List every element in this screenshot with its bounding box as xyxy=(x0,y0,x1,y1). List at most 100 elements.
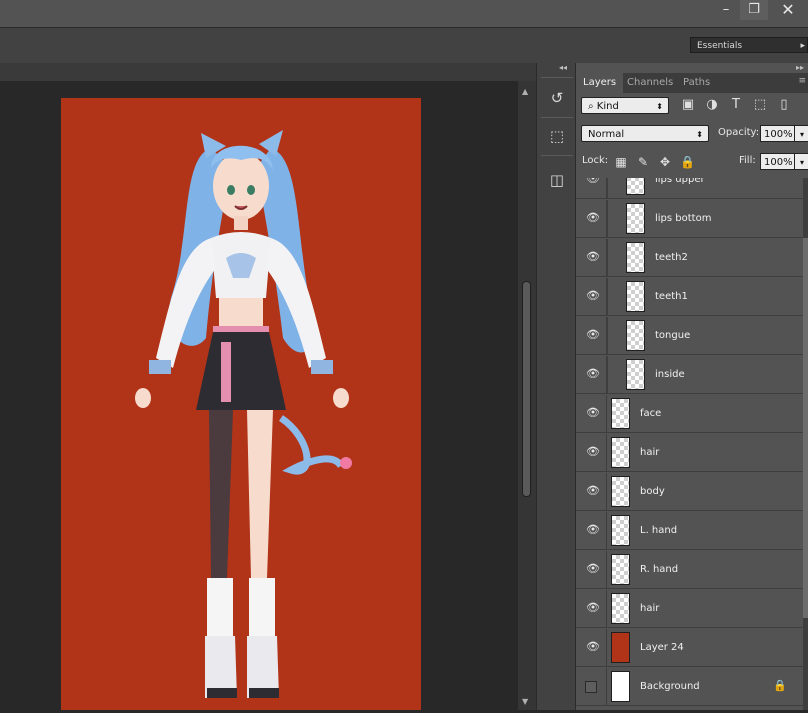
shape-filter-icon[interactable]: ⬚ xyxy=(752,97,768,113)
layer-row[interactable]: 👁 teeth1 xyxy=(576,278,803,316)
layer-name[interactable]: inside xyxy=(655,356,685,394)
eye-icon[interactable]: 👁 xyxy=(586,524,600,536)
visibility-toggle[interactable] xyxy=(576,668,607,706)
lock-all-icon[interactable]: 🔒 xyxy=(680,155,695,169)
type-filter-icon[interactable]: T xyxy=(728,97,744,113)
layer-row[interactable]: 👁 R. hand xyxy=(576,551,803,589)
eye-icon[interactable]: 👁 xyxy=(586,602,600,614)
visibility-toggle[interactable]: 👁 xyxy=(576,278,607,316)
layer-name[interactable]: body xyxy=(640,473,665,511)
options-bar: Essentials ▸ xyxy=(0,27,808,64)
panel-menu-icon[interactable]: ≡ xyxy=(798,76,806,86)
eye-icon[interactable]: 👁 xyxy=(586,641,600,653)
visibility-toggle[interactable]: 👁 xyxy=(576,590,607,628)
3d-cube-icon[interactable]: ⬚ xyxy=(546,125,568,147)
visibility-toggle[interactable]: 👁 xyxy=(576,629,607,667)
layers-list[interactable]: 👁 lips upper 👁 lips bottom 👁 teeth2 👁 te… xyxy=(576,178,803,710)
sock-left xyxy=(207,578,233,636)
layer-thumbnail xyxy=(626,359,645,390)
filter-kind-select[interactable]: ⌕ Kind ⬍ xyxy=(581,97,669,114)
maximize-button[interactable]: ❐ xyxy=(740,0,768,20)
collapse-panels-icon[interactable]: ◂◂ xyxy=(559,63,567,72)
tab-paths[interactable]: Paths xyxy=(676,73,717,93)
layers-panel: ▸▸ Layers Channels Paths ≡ ⌕ Kind ⬍ ▣ ◑ … xyxy=(576,63,808,710)
layer-row[interactable]: 👁 lips bottom xyxy=(576,200,803,238)
visibility-toggle[interactable]: 👁 xyxy=(576,512,607,550)
eye-icon[interactable]: 👁 xyxy=(586,563,600,575)
eye-icon[interactable]: 👁 xyxy=(586,485,600,497)
workspace-switcher[interactable]: Essentials ▸ xyxy=(690,37,808,53)
layer-row[interactable]: 👁 hair xyxy=(576,590,803,628)
layer-row[interactable]: 👁 L. hand xyxy=(576,512,803,550)
layers-scrollbar[interactable] xyxy=(803,178,808,710)
visibility-toggle[interactable]: 👁 xyxy=(576,200,607,238)
layer-name[interactable]: face xyxy=(640,395,661,433)
lock-image-pixels-icon[interactable]: ✎ xyxy=(636,155,650,169)
layer-name[interactable]: hair xyxy=(640,590,659,628)
fill-input[interactable]: 100% xyxy=(760,153,798,170)
eye-icon[interactable]: 👁 xyxy=(586,251,600,263)
eye-icon[interactable]: 👁 xyxy=(586,407,600,419)
layer-name[interactable]: Background xyxy=(640,668,700,706)
layer-row[interactable]: Background 🔒 xyxy=(576,668,803,706)
layer-name[interactable]: hair xyxy=(640,434,659,472)
eye-icon[interactable]: 👁 xyxy=(586,329,600,341)
layer-comps-icon[interactable]: ◫ xyxy=(546,169,568,191)
eye-icon[interactable]: 👁 xyxy=(586,178,600,185)
scrollbar-thumb[interactable] xyxy=(522,281,531,497)
visibility-toggle[interactable]: 👁 xyxy=(576,178,607,199)
eye-icon[interactable]: 👁 xyxy=(586,212,600,224)
layer-row[interactable]: 👁 face xyxy=(576,395,803,433)
layer-row[interactable]: 👁 hair xyxy=(576,434,803,472)
blend-mode-select[interactable]: Normal ⬍ xyxy=(581,125,709,142)
visibility-toggle[interactable]: 👁 xyxy=(576,395,607,433)
layer-row[interactable]: 👁 body xyxy=(576,473,803,511)
canvas-vertical-scrollbar[interactable]: ▲ ▼ xyxy=(518,81,536,710)
layer-thumbnail xyxy=(611,437,630,468)
visibility-toggle[interactable]: 👁 xyxy=(576,239,607,277)
fill-dropdown-icon[interactable]: ▾ xyxy=(794,153,808,170)
history-icon[interactable]: ↺ xyxy=(546,87,568,109)
group-indent xyxy=(607,278,608,316)
scroll-up-arrow-icon[interactable]: ▲ xyxy=(522,87,528,96)
layer-name[interactable]: teeth1 xyxy=(655,278,688,316)
eye-icon[interactable]: 👁 xyxy=(586,446,600,458)
expand-panel-icon[interactable]: ▸▸ xyxy=(796,63,804,72)
smart-object-filter-icon[interactable]: ▯ xyxy=(776,97,792,113)
visibility-toggle[interactable]: 👁 xyxy=(576,434,607,472)
visibility-toggle[interactable]: 👁 xyxy=(576,473,607,511)
visibility-toggle[interactable]: 👁 xyxy=(576,317,607,355)
opacity-dropdown-icon[interactable]: ▾ xyxy=(794,125,808,142)
lock-transparent-pixels-icon[interactable]: ▦ xyxy=(614,155,628,169)
layer-name[interactable]: lips bottom xyxy=(655,200,711,238)
layer-row[interactable]: 👁 inside xyxy=(576,356,803,394)
image-filter-icon[interactable]: ▣ xyxy=(680,97,696,113)
layers-scrollbar-thumb[interactable] xyxy=(803,238,808,618)
layer-name[interactable]: teeth2 xyxy=(655,239,688,277)
layer-row[interactable]: 👁 tongue xyxy=(576,317,803,355)
layer-name[interactable]: R. hand xyxy=(640,551,678,589)
adjustment-filter-icon[interactable]: ◑ xyxy=(704,97,720,113)
group-indent xyxy=(607,178,608,199)
layer-row[interactable]: 👁 Layer 24 xyxy=(576,629,803,667)
layer-name[interactable]: L. hand xyxy=(640,512,677,550)
visibility-toggle[interactable]: 👁 xyxy=(576,356,607,394)
tab-channels[interactable]: Channels xyxy=(620,73,680,93)
eye-icon[interactable]: 👁 xyxy=(586,368,600,380)
layer-name[interactable]: Layer 24 xyxy=(640,629,684,667)
tab-layers[interactable]: Layers xyxy=(576,73,624,93)
visibility-toggle[interactable]: 👁 xyxy=(576,551,607,589)
lock-position-icon[interactable]: ✥ xyxy=(658,155,672,169)
layer-name[interactable]: tongue xyxy=(655,317,690,355)
hidden-visibility-box[interactable] xyxy=(585,681,597,693)
layer-row[interactable]: 👁 lips upper xyxy=(576,178,803,199)
opacity-input[interactable]: 100% xyxy=(760,125,798,142)
eye-icon[interactable]: 👁 xyxy=(586,290,600,302)
updown-arrows-icon: ⬍ xyxy=(696,130,703,139)
close-button[interactable]: ✕ xyxy=(768,0,808,20)
scroll-down-arrow-icon[interactable]: ▼ xyxy=(522,697,528,706)
layer-row[interactable]: 👁 teeth2 xyxy=(576,239,803,277)
minimize-button[interactable]: – xyxy=(712,0,740,20)
layer-name[interactable]: lips upper xyxy=(655,178,705,199)
document-canvas[interactable] xyxy=(61,98,421,710)
